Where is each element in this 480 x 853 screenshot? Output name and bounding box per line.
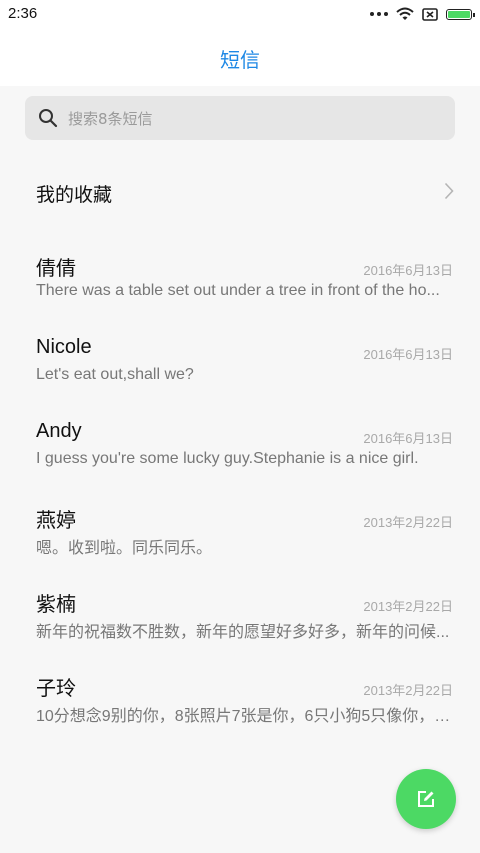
message-preview: There was a table set out under a tree i…	[36, 282, 440, 299]
battery-icon	[446, 8, 475, 20]
message-sender: 倩倩	[36, 258, 76, 280]
status-time: 2:36	[8, 5, 38, 22]
message-item[interactable]: Andy 2016年6月13日 I guess you're some luck…	[0, 420, 480, 492]
message-date: 2016年6月13日	[363, 347, 453, 362]
search-input[interactable]: 搜索8条短信	[25, 96, 455, 140]
app-header: 短信	[0, 28, 480, 86]
compose-button[interactable]	[396, 769, 456, 829]
message-date: 2013年2月22日	[363, 683, 453, 698]
no-sim-icon	[422, 7, 438, 21]
message-sender: Andy	[36, 420, 82, 442]
message-date: 2016年6月13日	[363, 263, 453, 278]
message-date: 2016年6月13日	[363, 431, 453, 446]
message-item[interactable]: 紫楠 2013年2月22日 新年的祝福数不胜数，新年的愿望好多好多，新年的问候.…	[0, 588, 480, 660]
message-preview: 10分想念9别的你，8张照片7张是你，6只小狗5只像你，4...	[36, 708, 454, 725]
message-date: 2013年2月22日	[363, 599, 453, 614]
message-sender: 燕婷	[36, 510, 76, 532]
status-bar: 2:36	[0, 0, 480, 28]
chevron-right-icon	[444, 182, 454, 200]
message-item[interactable]: 燕婷 2013年2月22日 嗯。收到啦。同乐同乐。	[0, 504, 480, 576]
message-date: 2013年2月22日	[363, 515, 453, 530]
message-item[interactable]: Nicole 2016年6月13日 Let's eat out,shall we…	[0, 336, 480, 408]
message-preview: 新年的祝福数不胜数，新年的愿望好多好多，新年的问候...	[36, 624, 450, 641]
favorites-label: 我的收藏	[36, 184, 113, 206]
message-sender: 紫楠	[36, 594, 76, 616]
search-placeholder: 搜索8条短信	[68, 110, 153, 128]
compose-icon	[418, 791, 434, 807]
wifi-icon	[396, 7, 414, 20]
message-sender: 子玲	[36, 678, 76, 700]
message-item[interactable]: 子玲 2013年2月22日 10分想念9别的你，8张照片7张是你，6只小狗5只像…	[0, 672, 480, 744]
message-item[interactable]: 倩倩 2016年6月13日 There was a table set out …	[0, 252, 480, 324]
search-icon	[39, 109, 58, 128]
message-sender: Nicole	[36, 336, 92, 358]
message-preview: Let's eat out,shall we?	[36, 366, 194, 383]
message-preview: I guess you're some lucky guy.Stephanie …	[36, 450, 419, 467]
more-dots-icon	[370, 12, 388, 16]
page-title: 短信	[220, 48, 260, 72]
favorites-row[interactable]: 我的收藏	[0, 168, 480, 214]
message-preview: 嗯。收到啦。同乐同乐。	[36, 540, 213, 557]
status-icons	[370, 5, 475, 23]
